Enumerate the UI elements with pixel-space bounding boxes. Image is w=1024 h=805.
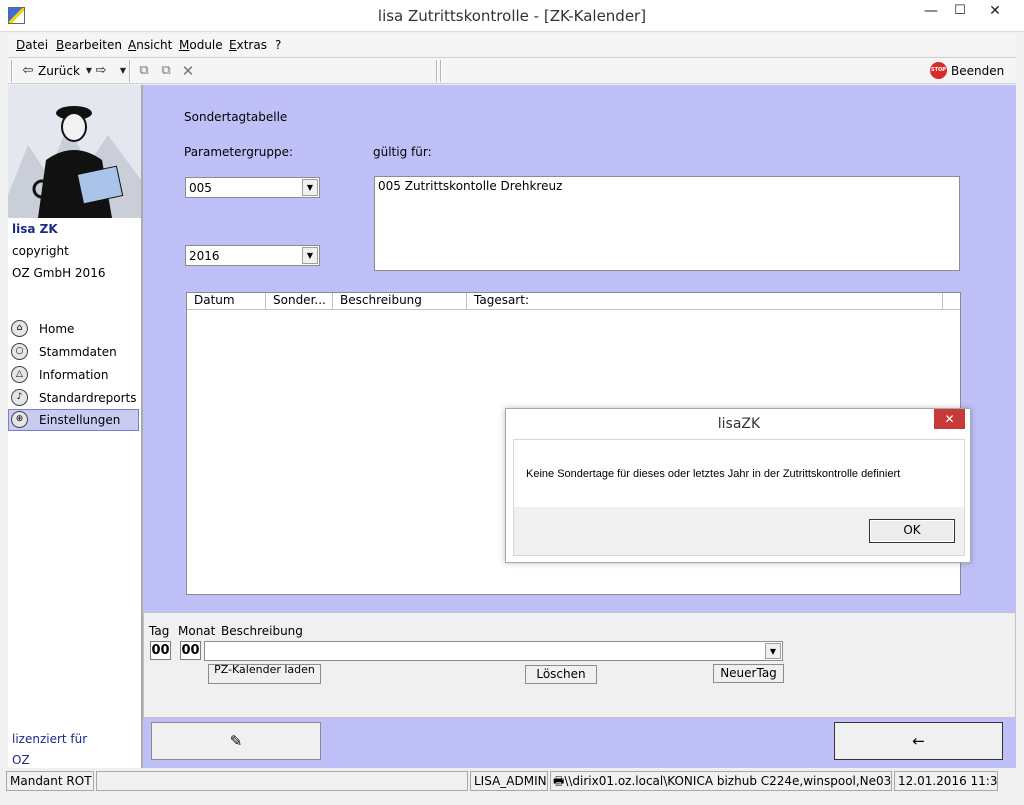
- arrow-left-icon: ←: [912, 732, 925, 750]
- param-group-value: 005: [189, 181, 212, 195]
- chevron-down-icon[interactable]: ▼: [302, 179, 318, 196]
- nav-label: Information: [39, 368, 109, 382]
- nav-home[interactable]: ⌂ Home: [8, 318, 139, 340]
- status-bar: Mandant ROT LISA_ADMIN 🖶\\dirix01.oz.loc…: [0, 768, 1024, 793]
- nav-information[interactable]: △ Information: [8, 364, 139, 386]
- bulb-icon: ○: [11, 343, 28, 360]
- logo-image: [8, 85, 141, 218]
- message-dialog: lisaZK ✕ Keine Sondertage für dieses ode…: [505, 408, 971, 563]
- param-group-select[interactable]: 005 ▼: [185, 177, 320, 198]
- chevron-down-icon[interactable]: ▼: [302, 247, 318, 264]
- description-combo[interactable]: ▼: [204, 641, 783, 661]
- dialog-title: lisaZK: [717, 416, 761, 432]
- datetime-status: 12.01.2016 11:38: [894, 771, 998, 791]
- nav-standardreports[interactable]: ♪ Standardreports: [8, 387, 139, 409]
- header-divider: [187, 309, 960, 310]
- title-bar: lisa Zutrittskontrolle - [ZK-Kalender] —…: [0, 0, 1024, 32]
- menu-bar: Datei Bearbeiten Ansicht Module Extras ?: [8, 34, 1016, 56]
- column-header-datum[interactable]: Datum: [187, 293, 266, 309]
- chevron-down-icon[interactable]: ▼: [765, 643, 781, 659]
- toolbar-separator: [129, 60, 131, 82]
- nav-label: Stammdaten: [39, 345, 117, 359]
- company-label: OZ GmbH 2016: [12, 266, 106, 280]
- year-value: 2016: [189, 249, 220, 263]
- edit-button[interactable]: ✎: [151, 722, 321, 760]
- dialog-message: Keine Sondertage für dieses oder letztes…: [526, 468, 901, 480]
- bell-icon: △: [11, 366, 28, 383]
- page-heading: Sondertagtabelle: [184, 110, 288, 124]
- menu-datei[interactable]: Datei: [16, 38, 48, 52]
- monat-label: Monat: [178, 624, 216, 638]
- menu-ansicht[interactable]: Ansicht: [128, 38, 172, 52]
- monat-input[interactable]: 00: [180, 641, 201, 660]
- printer-status: 🖶\\dirix01.oz.local\KONICA bizhub C224e,…: [550, 771, 892, 791]
- back-arrow-icon[interactable]: ⇦: [20, 63, 36, 79]
- app-name: lisa ZK: [12, 222, 58, 236]
- menu-extras[interactable]: Extras: [229, 38, 267, 52]
- new-day-button[interactable]: NeuerTag: [713, 664, 784, 683]
- end-button[interactable]: Beenden: [951, 64, 1004, 78]
- status-empty: [96, 771, 468, 791]
- delete-button[interactable]: Löschen: [525, 665, 597, 684]
- year-select[interactable]: 2016 ▼: [185, 245, 320, 266]
- menu-help[interactable]: ?: [275, 38, 281, 52]
- user-status: LISA_ADMIN: [470, 771, 548, 791]
- printer-path: \\dirix01.oz.local\KONICA bizhub C224e,w…: [564, 774, 892, 788]
- printer-icon: 🖶: [553, 774, 565, 788]
- paste-icon[interactable]: ⧉: [158, 63, 174, 79]
- tag-label: Tag: [149, 624, 170, 638]
- mandant-status: Mandant ROT: [6, 771, 94, 791]
- nav-einstellungen[interactable]: ⊕ Einstellungen: [8, 409, 139, 431]
- dialog-footer: OK: [514, 507, 964, 555]
- entry-panel: Tag Monat Beschreibung 00 00 ▼ PZ-Kalend…: [143, 612, 1016, 718]
- note-icon: ♪: [11, 389, 28, 406]
- toolbar: ⇦ Zurück ▼ ⇨ ▼ ⧉ ⧉ ✕ STOP Beenden: [8, 57, 1016, 84]
- beschreibung-label: Beschreibung: [221, 624, 303, 638]
- column-header-beschreibung[interactable]: Beschreibung: [333, 293, 467, 309]
- dialog-close-button[interactable]: ✕: [934, 409, 965, 429]
- globe-icon: ⊕: [11, 411, 28, 428]
- licensed-label: lizenziert für: [12, 732, 88, 746]
- close-button[interactable]: ✕: [972, 0, 1018, 24]
- valid-for-list[interactable]: 005 Zutrittskontolle Drehkreuz: [374, 176, 960, 271]
- column-header-tagesart[interactable]: Tagesart:: [467, 293, 943, 309]
- copyright-label: copyright: [12, 244, 69, 258]
- valid-for-item[interactable]: 005 Zutrittskontolle Drehkreuz: [378, 179, 562, 193]
- window-title: lisa Zutrittskontrolle - [ZK-Kalender]: [377, 7, 647, 25]
- tag-input[interactable]: 00: [150, 641, 171, 660]
- column-header-sondertag[interactable]: Sonder...: [266, 293, 333, 309]
- menu-module[interactable]: Module: [179, 38, 223, 52]
- toolbar-separator: [440, 60, 442, 82]
- stop-icon[interactable]: STOP: [930, 62, 947, 79]
- nav-label: Standardreports: [39, 391, 137, 405]
- load-pz-calendar-button[interactable]: PZ-Kalender laden: [208, 664, 321, 684]
- edit-icon: ✎: [229, 732, 243, 750]
- nav-stammdaten[interactable]: ○ Stammdaten: [8, 341, 139, 363]
- nav-label: Einstellungen: [39, 413, 121, 427]
- back-action-button[interactable]: ←: [834, 722, 1003, 760]
- copy-icon[interactable]: ⧉: [136, 63, 152, 79]
- valid-for-label: gültig für:: [373, 145, 432, 159]
- forward-arrow-icon[interactable]: ⇨: [93, 63, 109, 79]
- ok-button[interactable]: OK: [869, 519, 955, 543]
- nav-label: Home: [39, 322, 75, 336]
- delete-icon[interactable]: ✕: [180, 63, 196, 79]
- home-icon: ⌂: [11, 320, 28, 337]
- close-icon: ✕: [944, 412, 955, 426]
- back-button[interactable]: Zurück: [38, 64, 80, 78]
- toolbar-separator: [436, 60, 438, 82]
- menu-bearbeiten[interactable]: Bearbeiten: [56, 38, 122, 52]
- sidebar: lisa ZK copyright OZ GmbH 2016 ⌂ Home ○ …: [8, 85, 141, 781]
- param-group-label: Parametergruppe:: [184, 145, 294, 159]
- dialog-body: Keine Sondertage für dieses oder letztes…: [513, 439, 965, 556]
- toolbar-grip: [11, 60, 13, 82]
